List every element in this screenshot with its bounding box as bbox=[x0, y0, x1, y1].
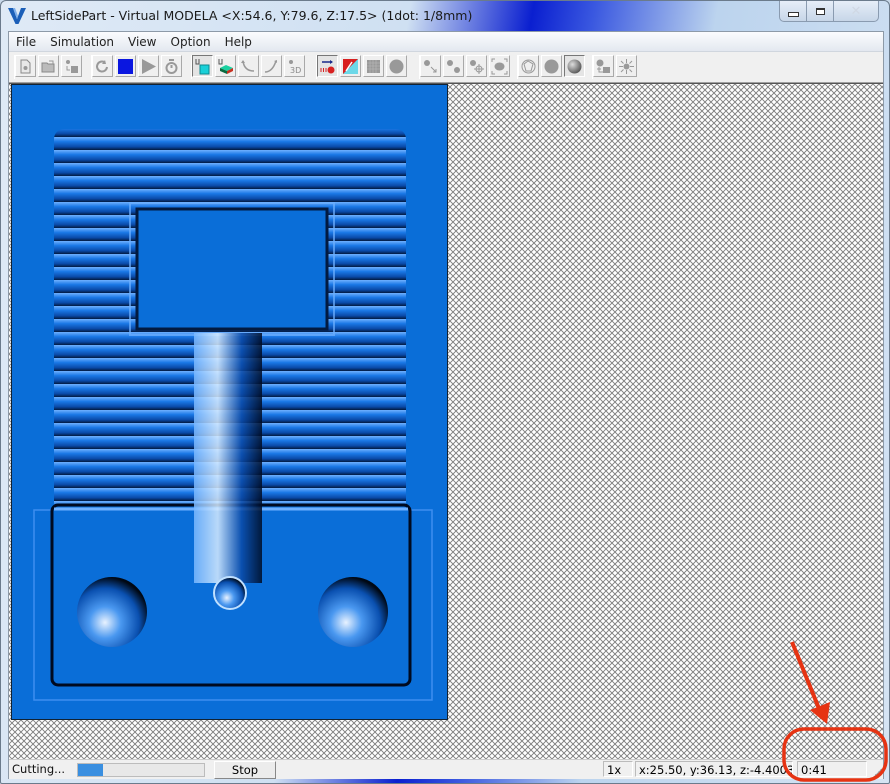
grid-view-button[interactable] bbox=[363, 55, 384, 77]
save-file-icon bbox=[66, 59, 78, 73]
toolbar-group-file bbox=[14, 55, 84, 79]
stop-button[interactable]: Stop bbox=[214, 761, 276, 779]
curve-down-icon bbox=[241, 59, 255, 72]
light-icon bbox=[619, 58, 634, 74]
toolbar: 3D bbox=[9, 52, 883, 83]
toolbar-group-view bbox=[419, 55, 512, 79]
client-area: File Simulation View Option Help 3D Cutt… bbox=[8, 31, 884, 779]
solid-circle-icon bbox=[389, 59, 404, 73]
coordinates-panel: x:25.50, y:36.13, z:-4.4003 bbox=[635, 761, 793, 777]
zoom-level-panel: 1x bbox=[603, 761, 633, 777]
tool-cube-green-icon bbox=[218, 58, 233, 74]
smooth-shading-button[interactable] bbox=[564, 55, 585, 77]
tool-green-button[interactable] bbox=[215, 55, 236, 77]
svg-text:3D: 3D bbox=[290, 66, 301, 75]
close-button[interactable]: ✕ bbox=[834, 1, 878, 21]
stock-material bbox=[11, 84, 448, 720]
menu-bar: File Simulation View Option Help bbox=[9, 32, 883, 52]
open-file-button[interactable] bbox=[38, 55, 59, 77]
red-cyan-view-icon bbox=[343, 58, 358, 74]
close-icon: ✕ bbox=[850, 3, 862, 19]
speed-button[interactable] bbox=[161, 55, 182, 77]
move-view-icon bbox=[470, 59, 484, 74]
grid-view-icon bbox=[367, 59, 380, 73]
reset-icon bbox=[96, 59, 108, 72]
small-hole bbox=[213, 576, 247, 610]
curve-up-button[interactable] bbox=[261, 55, 282, 77]
window-cutout bbox=[135, 207, 329, 331]
3d-view-icon: 3D bbox=[289, 59, 301, 75]
maximize-icon bbox=[815, 7, 825, 15]
play-icon bbox=[142, 58, 156, 74]
toolbar-group-display bbox=[316, 55, 409, 79]
toolbar-group-misc bbox=[592, 55, 639, 79]
tool-change-button[interactable] bbox=[593, 55, 614, 77]
move-view-button[interactable] bbox=[466, 55, 487, 77]
menu-simulation[interactable]: Simulation bbox=[43, 35, 121, 49]
minimize-icon bbox=[787, 11, 799, 17]
minimize-button[interactable] bbox=[780, 1, 807, 21]
toolbar-group-render bbox=[517, 55, 587, 79]
open-file-icon bbox=[41, 60, 55, 72]
tool-cyan-button[interactable] bbox=[192, 55, 213, 77]
curve-down-button[interactable] bbox=[238, 55, 259, 77]
simulation-viewport[interactable] bbox=[9, 83, 883, 759]
new-file-icon bbox=[20, 59, 31, 73]
flat-sphere-icon bbox=[544, 59, 559, 73]
rotate-view-button[interactable] bbox=[420, 55, 441, 77]
wireframe-button[interactable] bbox=[518, 55, 539, 77]
menu-file[interactable]: File bbox=[9, 35, 43, 49]
spiral-toolpath bbox=[194, 333, 262, 583]
v-logo-icon bbox=[8, 8, 26, 24]
3d-view-button[interactable]: 3D bbox=[284, 55, 305, 77]
save-file-button[interactable] bbox=[61, 55, 82, 77]
play-button[interactable] bbox=[138, 55, 159, 77]
rotate-view-icon bbox=[424, 59, 437, 72]
speed-timer-icon bbox=[165, 58, 178, 74]
solid-view-button[interactable] bbox=[386, 55, 407, 77]
zoom-view-button[interactable] bbox=[443, 55, 464, 77]
menu-option[interactable]: Option bbox=[164, 35, 218, 49]
window-title: LeftSidePart - Virtual MODELA <X:54.6, Y… bbox=[31, 8, 473, 23]
toolbar-group-tool: 3D bbox=[191, 55, 307, 79]
new-file-button[interactable] bbox=[15, 55, 36, 77]
elapsed-time-panel: 0:41 bbox=[797, 761, 867, 777]
cut-path-button[interactable] bbox=[317, 55, 338, 77]
resize-grip[interactable] bbox=[872, 768, 882, 778]
toolbar-group-simulation bbox=[91, 55, 184, 79]
wireframe-sphere-icon bbox=[521, 59, 536, 73]
reset-button[interactable] bbox=[92, 55, 113, 77]
light-button[interactable] bbox=[616, 55, 637, 77]
status-bar: Cutting... Stop 1x x:25.50, y:36.13, z:-… bbox=[9, 759, 883, 779]
curve-up-icon bbox=[264, 59, 277, 73]
menu-view[interactable]: View bbox=[121, 35, 163, 49]
milled-part-render bbox=[33, 129, 433, 701]
app-window: LeftSidePart - Virtual MODELA <X:54.6, Y… bbox=[0, 0, 890, 784]
title-bar[interactable]: LeftSidePart - Virtual MODELA <X:54.6, Y… bbox=[1, 1, 889, 31]
cut-path-icon bbox=[320, 59, 335, 73]
shaded-sphere-icon bbox=[567, 59, 582, 73]
red-cyan-button[interactable] bbox=[340, 55, 361, 77]
caption-buttons: ✕ bbox=[779, 1, 879, 22]
stop-square-icon bbox=[118, 58, 133, 74]
zoom-view-icon bbox=[447, 59, 460, 73]
fit-view-button[interactable] bbox=[489, 55, 510, 77]
status-state: Cutting... bbox=[12, 762, 66, 776]
right-hole bbox=[318, 577, 388, 647]
stop-simulation-button[interactable] bbox=[115, 55, 136, 77]
menu-help[interactable]: Help bbox=[218, 35, 259, 49]
progress-fill bbox=[78, 764, 104, 776]
left-hole bbox=[77, 577, 147, 647]
maximize-button[interactable] bbox=[807, 1, 834, 21]
fit-view-icon bbox=[491, 58, 508, 74]
tool-cube-cyan-icon bbox=[195, 58, 210, 74]
progress-bar bbox=[77, 763, 205, 777]
tool-change-icon bbox=[596, 59, 610, 73]
flat-shading-button[interactable] bbox=[541, 55, 562, 77]
